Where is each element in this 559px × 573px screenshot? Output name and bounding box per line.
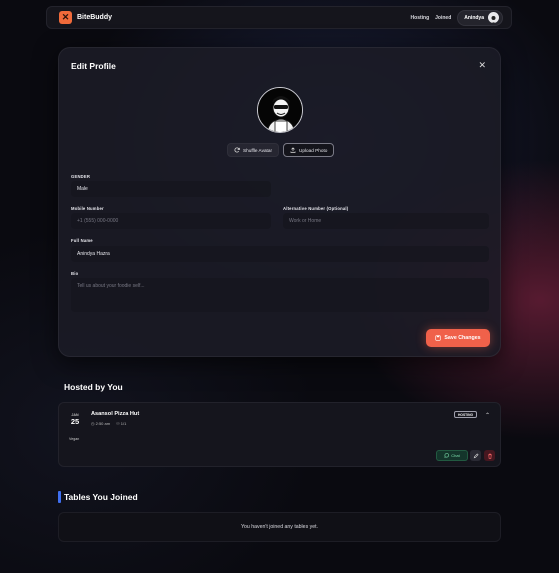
alt-number-field[interactable]: Work or Home	[283, 213, 489, 229]
save-icon	[435, 335, 442, 341]
full-name-label: Full Name	[71, 238, 93, 243]
save-changes-button[interactable]: Save Changes	[426, 329, 490, 347]
modal-title: Edit Profile	[71, 61, 116, 71]
section-accent-bar	[58, 491, 61, 503]
full-name-field[interactable]: Anindya Hazra	[71, 246, 489, 262]
pencil-icon	[473, 452, 479, 458]
hosting-badge: HOSTING	[454, 411, 478, 418]
mobile-number-label: Mobile Number	[71, 206, 104, 211]
nav-link-hosting[interactable]: Hosting	[411, 15, 430, 21]
joined-section-title: Tables You Joined	[64, 492, 138, 502]
event-day: 25	[70, 417, 80, 426]
brand-name[interactable]: BiteBuddy	[77, 14, 112, 21]
shuffle-avatar-button[interactable]: Shuffle Avatar	[227, 143, 280, 157]
event-seats: ⚇ 1/1	[116, 421, 127, 426]
user-name: Anindya	[464, 14, 484, 21]
hosted-section-title: Hosted by You	[64, 382, 123, 392]
clock-icon: ◷	[91, 421, 95, 426]
brand-logo-icon[interactable]: ✕	[59, 11, 72, 24]
navbar: ✕ BiteBuddy Hosting Joined Anindya	[46, 6, 512, 29]
joined-empty-state: You haven't joined any tables yet.	[58, 512, 501, 542]
event-time: ◷ 2:50 am	[91, 421, 111, 426]
alt-number-label: Alternative Number (Optional)	[283, 206, 349, 211]
upload-icon	[290, 147, 296, 153]
chat-label: Chat	[451, 453, 460, 458]
chat-button[interactable]: Chat	[436, 450, 468, 461]
diet-tag: Vegan	[69, 437, 80, 441]
chevron-up-icon[interactable]: ⌃	[485, 412, 490, 419]
event-date: JAN 25	[69, 413, 81, 426]
mobile-number-field[interactable]: +1 (555) 000-0000	[71, 213, 271, 229]
save-changes-label: Save Changes	[444, 335, 481, 341]
nav-link-joined[interactable]: Joined	[435, 15, 451, 21]
bio-label: Bio	[71, 271, 79, 276]
upload-photo-button[interactable]: Upload Photo	[283, 143, 335, 157]
upload-photo-label: Upload Photo	[299, 147, 328, 153]
gender-select[interactable]: Male	[71, 181, 271, 197]
delete-button[interactable]	[484, 450, 495, 461]
profile-avatar[interactable]	[257, 87, 303, 133]
avatar	[488, 12, 499, 23]
trash-icon	[487, 453, 492, 459]
event-meta: ◷ 2:50 am ⚇ 1/1	[91, 421, 126, 426]
shuffle-avatar-label: Shuffle Avatar	[243, 147, 273, 153]
empty-state-text: You haven't joined any tables yet.	[241, 524, 318, 530]
gender-label: GENDER	[71, 174, 91, 179]
refresh-icon	[234, 147, 240, 153]
hosted-table-card[interactable]: JAN 25 Asansol Pizza Hut ◷ 2:50 am ⚇ 1/1…	[58, 402, 501, 467]
user-menu[interactable]: Anindya	[457, 9, 503, 26]
close-icon[interactable]: ✕	[478, 60, 486, 71]
bio-textarea[interactable]: Tell us about your foodie self...	[71, 278, 489, 312]
event-name: Asansol Pizza Hut	[91, 411, 140, 417]
chat-icon	[444, 453, 450, 458]
people-icon: ⚇	[116, 421, 120, 426]
edit-profile-modal: Edit Profile ✕ Shuffle Avatar Upload Pho…	[58, 47, 501, 357]
edit-button[interactable]	[470, 450, 481, 461]
